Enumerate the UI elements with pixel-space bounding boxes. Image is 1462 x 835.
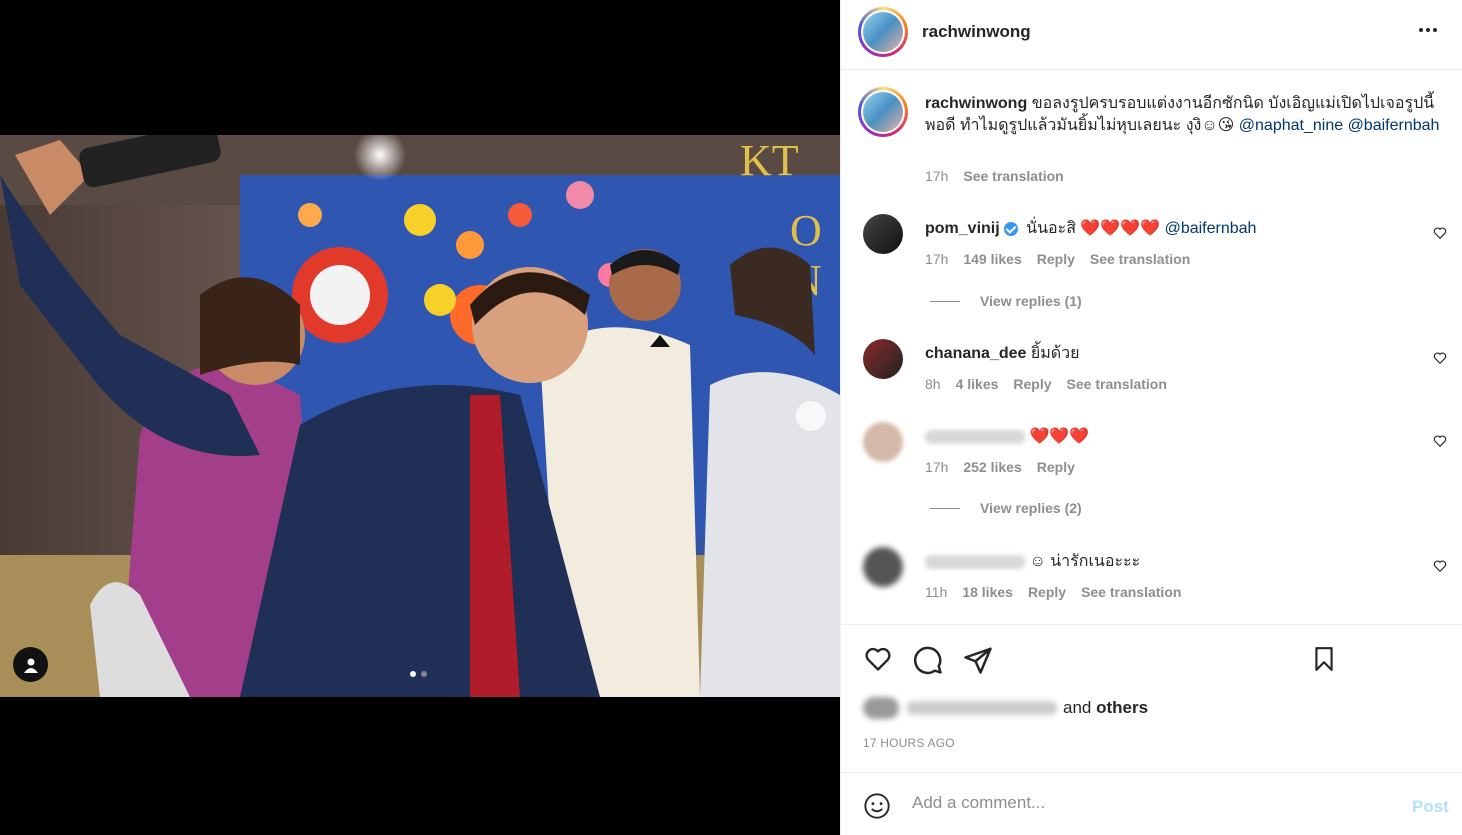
comment-like-heart-icon[interactable] <box>1433 559 1447 573</box>
instagram-post-modal: KT O N <box>0 0 1462 835</box>
commenter-username[interactable]: pom_vinij <box>925 220 1000 237</box>
carousel-indicator <box>410 671 427 677</box>
comment-meta: 17h 252 likes Reply <box>925 459 1075 475</box>
caption-text: rachwinwong ขอลงรูปครบรอบแต่งงานอีกซักนิ… <box>925 93 1445 137</box>
likes-summary[interactable]: and others <box>863 697 1148 719</box>
verified-badge-icon <box>1003 221 1018 236</box>
paper-plane-icon[interactable] <box>963 645 993 675</box>
comment-text: ☺ น่ารักเนอะะะ <box>925 551 1140 573</box>
comment-bubble-icon[interactable] <box>913 645 943 675</box>
liked-by-blurred <box>907 701 1057 715</box>
comment-meta: 11h 18 likes Reply See translation <box>925 584 1181 600</box>
comment-text: chanana_dee ยิ้มด้วย <box>925 343 1080 365</box>
svg-text:KT: KT <box>740 136 799 185</box>
comment-like-heart-icon[interactable] <box>1433 226 1447 240</box>
smiley-icon[interactable] <box>863 792 891 820</box>
comment-meta: 17h 149 likes Reply See translation <box>925 251 1190 267</box>
see-translation-link[interactable]: See translation <box>963 168 1063 184</box>
comment-body: ☺ น่ารักเนอะะะ <box>1029 553 1141 570</box>
reply-button[interactable]: Reply <box>1013 376 1051 392</box>
post-comment-button[interactable]: Post <box>1412 797 1449 817</box>
comment-meta: 8h 4 likes Reply See translation <box>925 376 1167 392</box>
commenter-avatar[interactable] <box>863 422 903 462</box>
view-replies-button[interactable]: View replies (1) <box>930 293 1082 309</box>
caption-time[interactable]: 17h <box>925 168 948 184</box>
comment-likes[interactable]: 252 likes <box>963 459 1021 475</box>
chevron-right-icon <box>808 410 816 422</box>
commenter-username[interactable]: chanana_dee <box>925 345 1026 362</box>
add-comment-bar: Post <box>841 772 1462 835</box>
post-side-panel: rachwinwong rachwinwong ขอลงรูปครบรอบแต่… <box>840 0 1462 835</box>
comment-like-heart-icon[interactable] <box>1433 351 1447 365</box>
post-header: rachwinwong <box>841 0 1462 70</box>
commenter-avatar[interactable] <box>863 547 903 587</box>
comment-text: ❤️❤️❤️ <box>925 426 1089 448</box>
bookmark-icon[interactable] <box>1311 645 1337 673</box>
reply-button[interactable]: Reply <box>1037 251 1075 267</box>
comments-list[interactable]: rachwinwong ขอลงรูปครบรอบแต่งงานอีกซักนิ… <box>841 71 1462 624</box>
media-panel: KT O N <box>0 0 840 835</box>
caption-avatar[interactable] <box>858 87 908 137</box>
view-replies-label: View replies (1) <box>980 293 1082 309</box>
caption-mention[interactable]: @naphat_nine <box>1239 117 1343 134</box>
comment-body: ยิ้มด้วย <box>1030 345 1080 362</box>
see-translation-link[interactable]: See translation <box>1067 376 1167 392</box>
more-dots-icon[interactable] <box>1419 28 1437 32</box>
heart-icon[interactable] <box>863 645 893 673</box>
caption-mention[interactable]: @baifernbah <box>1348 117 1440 134</box>
caption-meta: 17h See translation <box>925 168 1064 184</box>
carousel-dot <box>421 671 427 677</box>
commenter-username-blurred[interactable] <box>925 554 1025 569</box>
comment-time[interactable]: 8h <box>925 376 941 392</box>
comment-time[interactable]: 11h <box>925 584 947 600</box>
comment-time[interactable]: 17h <box>925 251 948 267</box>
next-photo-button[interactable] <box>796 401 826 431</box>
carousel-dot-active <box>410 671 416 677</box>
comment-time[interactable]: 17h <box>925 459 948 475</box>
view-replies-button[interactable]: View replies (2) <box>930 500 1082 516</box>
see-translation-link[interactable]: See translation <box>1081 584 1181 600</box>
comment-likes[interactable]: 18 likes <box>962 584 1013 600</box>
comment-likes[interactable]: 4 likes <box>956 376 999 392</box>
comment-body: นั่นอะสิ ❤️❤️❤️❤️ <box>1026 220 1161 237</box>
comment-input[interactable] <box>912 793 1382 813</box>
see-translation-link[interactable]: See translation <box>1090 251 1190 267</box>
commenter-avatar[interactable] <box>863 214 903 254</box>
comment-like-heart-icon[interactable] <box>1433 434 1447 448</box>
likes-and: and <box>1063 698 1092 717</box>
liker-avatars-blurred <box>863 697 899 719</box>
view-replies-label: View replies (2) <box>980 500 1082 516</box>
reply-button[interactable]: Reply <box>1037 459 1075 475</box>
svg-text:O: O <box>790 206 822 255</box>
post-actions: and others 17 HOURS AGO <box>841 624 1462 772</box>
commenter-username-blurred[interactable] <box>925 429 1025 444</box>
user-tag-button[interactable] <box>13 647 48 682</box>
reply-button[interactable]: Reply <box>1028 584 1066 600</box>
author-avatar[interactable] <box>858 7 908 57</box>
comment-body: ❤️❤️❤️ <box>1029 428 1090 445</box>
commenter-avatar[interactable] <box>863 339 903 379</box>
comment-text: pom_vinij นั่นอะสิ ❤️❤️❤️❤️ @baifernbah <box>925 218 1256 240</box>
post-timestamp[interactable]: 17 HOURS AGO <box>863 736 955 750</box>
user-tag-icon <box>23 658 38 673</box>
comment-likes[interactable]: 149 likes <box>963 251 1021 267</box>
likes-others-link[interactable]: others <box>1096 698 1148 718</box>
comment-mention[interactable]: @baifernbah <box>1165 220 1257 237</box>
post-photo[interactable]: KT O N <box>0 135 840 697</box>
caption-username[interactable]: rachwinwong <box>925 95 1027 112</box>
author-username[interactable]: rachwinwong <box>922 22 1031 42</box>
